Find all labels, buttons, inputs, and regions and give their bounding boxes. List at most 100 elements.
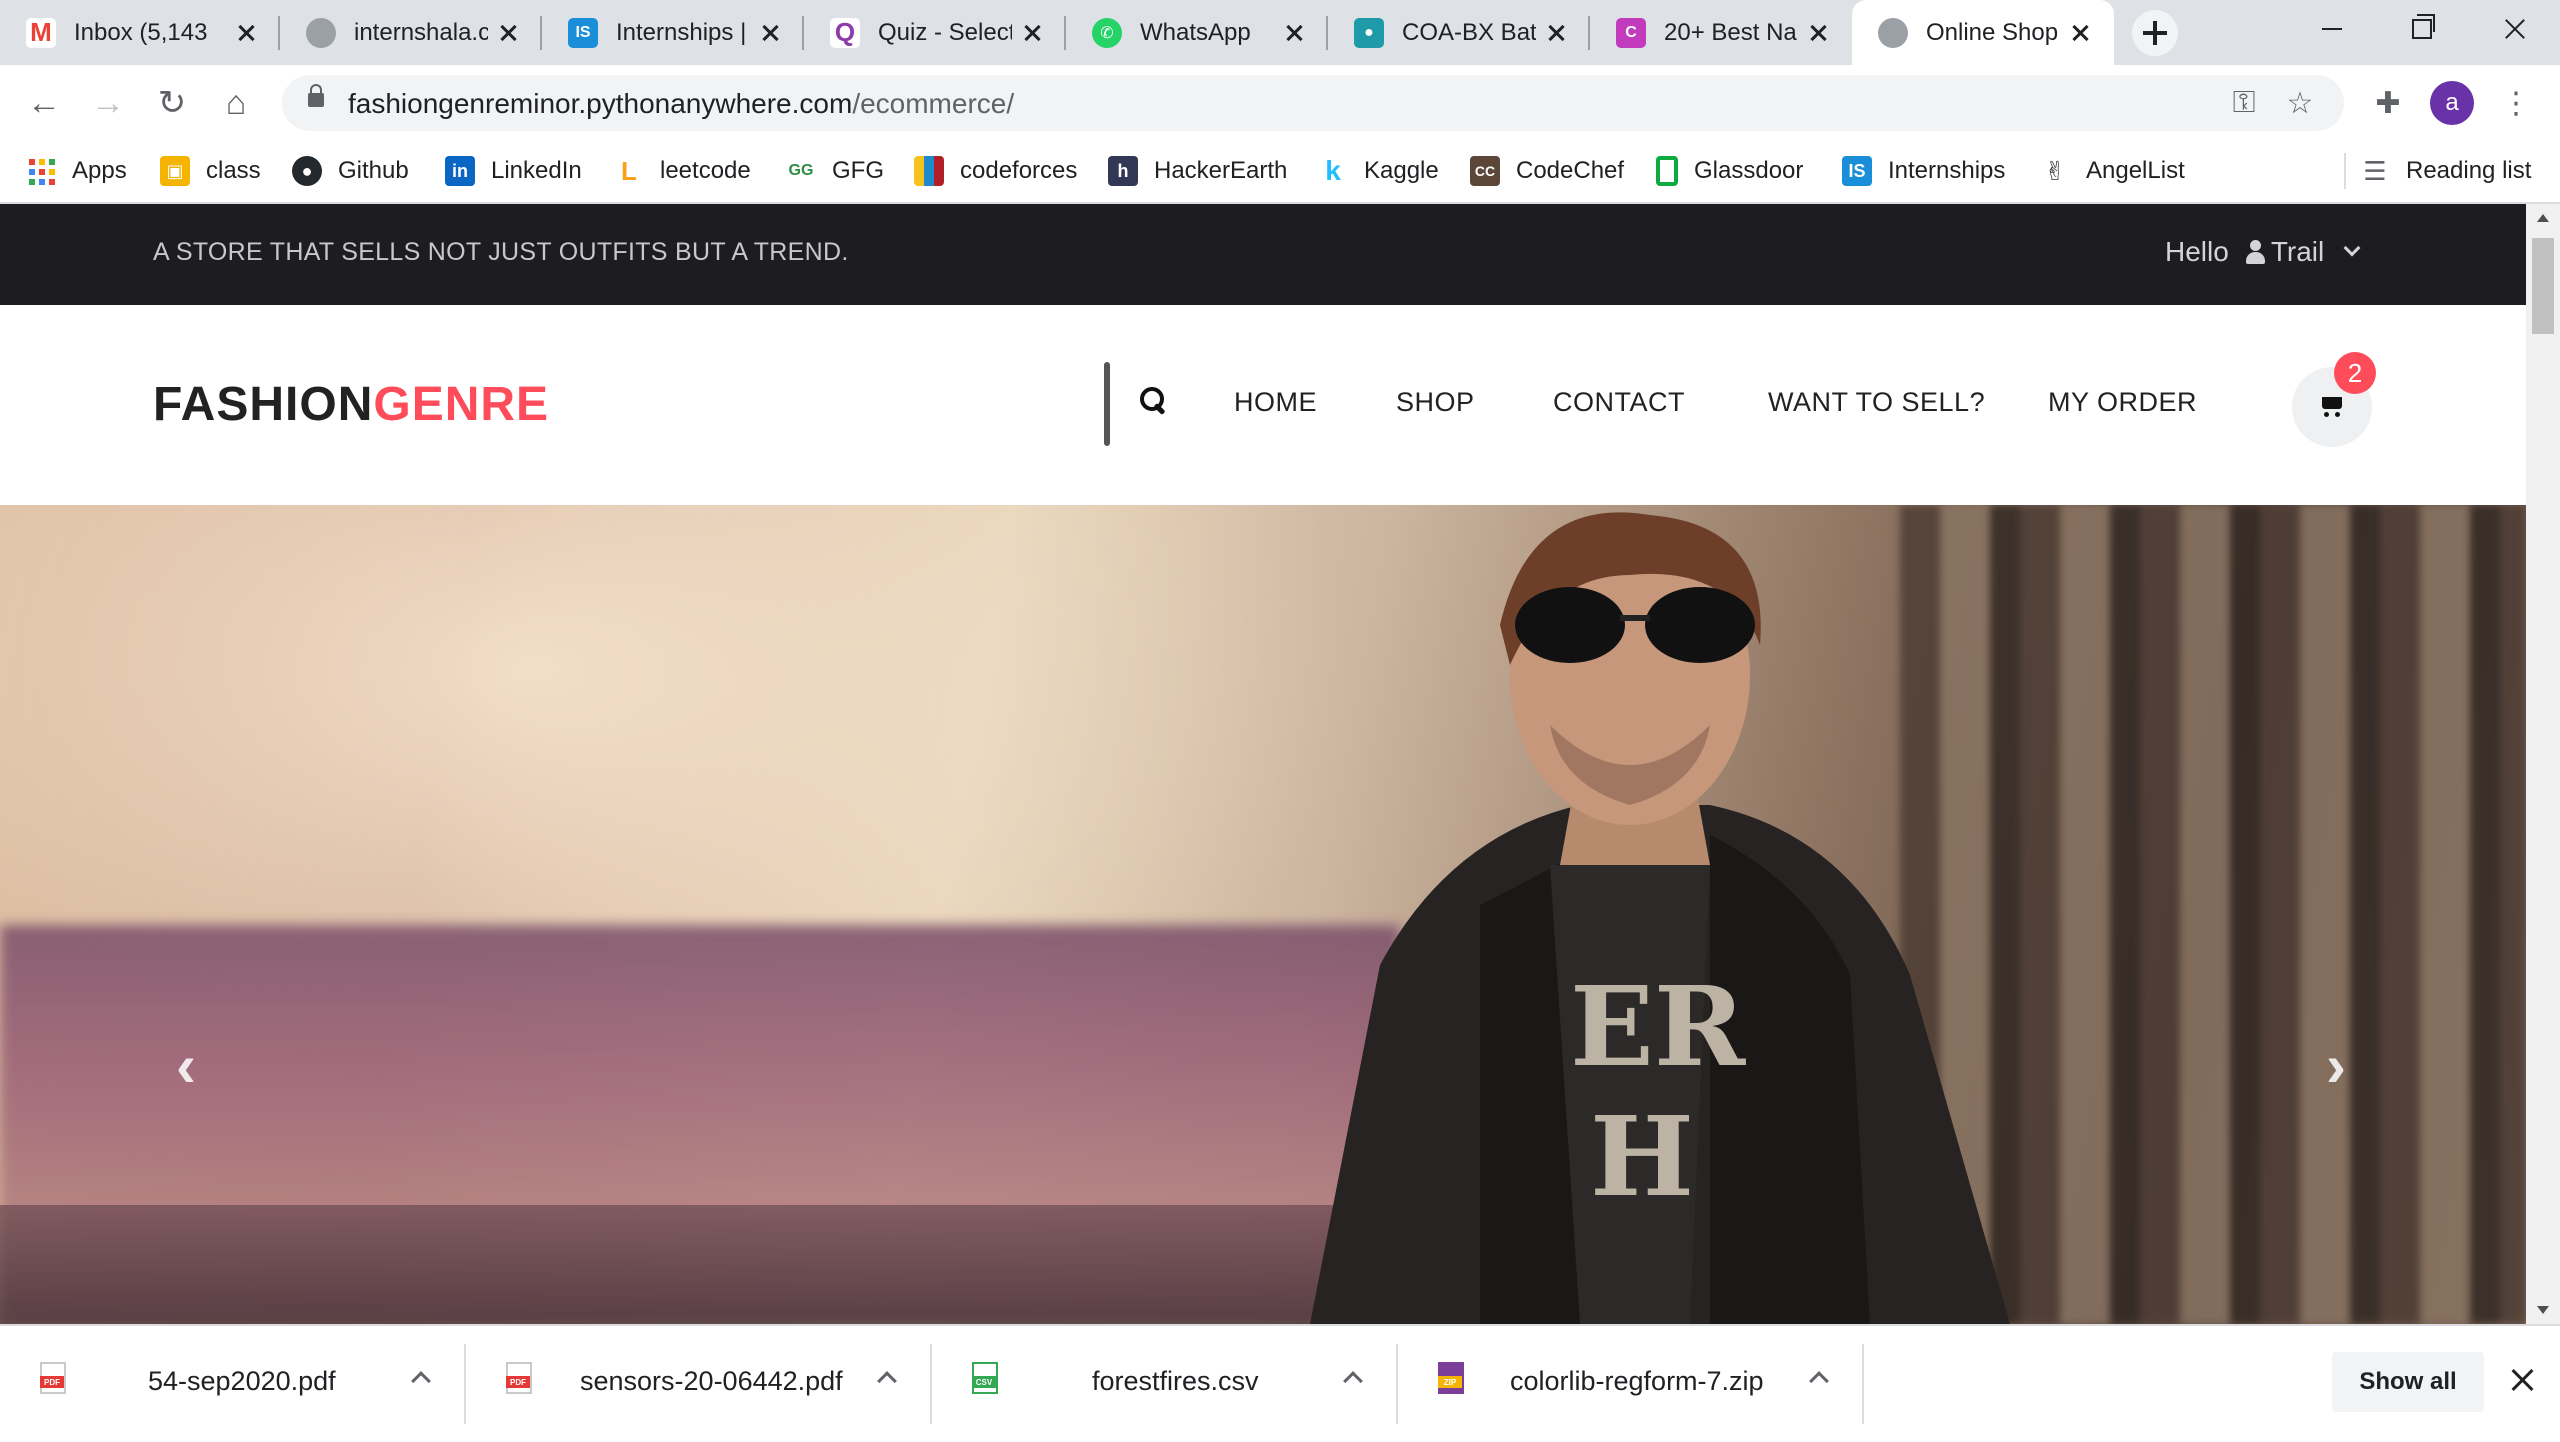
close-icon[interactable] [1806, 21, 1830, 45]
close-icon[interactable] [1282, 21, 1306, 45]
chevron-up-icon[interactable] [411, 1371, 431, 1391]
home-button[interactable]: ⌂ [212, 79, 260, 127]
tab-best-names[interactable]: C 20+ Best Na [1590, 0, 1852, 65]
bookmark-internships[interactable]: IS Internships [1842, 153, 2005, 189]
tab-gmail[interactable]: M Inbox (5,143 [0, 0, 280, 65]
hero-carousel: ER H ‹ › [0, 505, 2526, 1324]
bookmark-apps[interactable]: Apps [26, 153, 127, 189]
tab-title: COA-BX Batc [1402, 18, 1536, 46]
download-item[interactable]: CSV forestfires.csv [932, 1326, 1398, 1442]
zip-file-icon: ZIP [1438, 1362, 1464, 1394]
star-icon[interactable]: ☆ [2280, 83, 2320, 123]
page-viewport: A STORE THAT SELLS NOT JUST OUTFITS BUT … [0, 204, 2526, 1324]
classroom-icon: ● [1354, 17, 1384, 48]
tab-internshala[interactable]: internshala.c [280, 0, 542, 65]
tab-coa-bx[interactable]: ● COA-BX Batc [1328, 0, 1590, 65]
address-bar[interactable]: fashiongenreminor.pythonanywhere.com/eco… [282, 75, 2344, 131]
new-tab-button[interactable] [2132, 10, 2178, 56]
nav-shop[interactable]: SHOP [1396, 387, 1475, 418]
chevron-up-icon[interactable] [1809, 1371, 1829, 1391]
bookmark-leetcode[interactable]: L leetcode [614, 153, 751, 189]
arrow-left-icon: ← [27, 83, 61, 122]
store-tagline: A STORE THAT SELLS NOT JUST OUTFITS BUT … [153, 238, 849, 266]
tab-title: Inbox (5,143 [74, 18, 208, 46]
github-icon: ● [292, 156, 322, 186]
home-icon: ⌂ [225, 83, 247, 122]
leetcode-icon: L [614, 156, 644, 186]
carousel-prev-button[interactable]: ‹ [166, 1032, 206, 1099]
quiz-icon: Q [830, 17, 860, 48]
close-icon[interactable] [1544, 21, 1568, 45]
site-header: FASHIONGENRE HOME SHOP CONTACT WANT TO S… [0, 305, 2526, 505]
close-icon[interactable] [2508, 1366, 2536, 1394]
user-menu[interactable]: Hello Trail [2165, 236, 2361, 268]
reading-list-icon: ☰ [2360, 156, 2390, 186]
download-item[interactable]: ZIP colorlib-regform-7.zip [1398, 1326, 1864, 1442]
codeforces-icon [914, 156, 944, 186]
forward-button[interactable]: → [84, 79, 132, 127]
username: Trail [2270, 236, 2325, 267]
lock-icon [308, 84, 324, 107]
tab-online-shop[interactable]: Online Shop [1852, 0, 2114, 65]
bookmark-glassdoor[interactable]: Glassdoor [1656, 153, 1803, 189]
show-all-button[interactable]: Show all [2332, 1352, 2484, 1412]
tab-title: internshala.c [354, 18, 488, 46]
bookmark-hackerearth[interactable]: h HackerEarth [1108, 153, 1287, 189]
nav-contact[interactable]: CONTACT [1553, 387, 1685, 418]
close-icon[interactable] [234, 21, 258, 45]
scroll-up-icon[interactable] [2537, 214, 2549, 222]
chevron-up-icon[interactable] [1343, 1371, 1363, 1391]
nav-want-to-sell[interactable]: WANT TO SELL? [1768, 387, 1985, 418]
gmail-icon: M [26, 17, 56, 48]
page-scrollbar[interactable] [2526, 204, 2560, 1324]
bookmark-gfg[interactable]: GG GFG [786, 153, 884, 189]
bookmark-linkedin[interactable]: in LinkedIn [445, 153, 582, 189]
profile-avatar[interactable]: a [2430, 81, 2474, 125]
window-close-button[interactable] [2470, 8, 2560, 48]
bookmark-codechef[interactable]: CC CodeChef [1470, 153, 1624, 189]
download-item[interactable]: PDF 54-sep2020.pdf [0, 1326, 466, 1442]
tab-quiz[interactable]: Q Quiz - Select [804, 0, 1066, 65]
tab-whatsapp[interactable]: ✆ WhatsApp [1066, 0, 1328, 65]
hackerearth-icon: h [1108, 156, 1138, 186]
tab-title: WhatsApp [1140, 18, 1251, 46]
close-icon[interactable] [758, 21, 782, 45]
scrollbar-thumb[interactable] [2532, 238, 2554, 334]
site-icon: C [1616, 17, 1646, 48]
close-icon[interactable] [1020, 21, 1044, 45]
bookmark-github[interactable]: ● Github [292, 153, 409, 189]
nav-my-order[interactable]: MY ORDER [2048, 387, 2197, 418]
extensions-icon[interactable]: ✚ [2364, 79, 2412, 127]
tab-title: 20+ Best Na [1664, 18, 1797, 46]
divider [1104, 362, 1110, 446]
csv-file-icon: CSV [972, 1362, 998, 1394]
tab-title: Online Shop [1926, 18, 2059, 46]
url-text[interactable]: fashiongenreminor.pythonanywhere.com/eco… [348, 88, 1014, 120]
search-icon[interactable] [1138, 385, 1168, 415]
menu-icon[interactable]: ⋮ [2492, 79, 2540, 127]
maximize-button[interactable] [2376, 8, 2466, 48]
site-logo[interactable]: FASHIONGENRE [153, 377, 549, 432]
close-icon[interactable] [496, 21, 520, 45]
nav-home[interactable]: HOME [1234, 387, 1317, 418]
codechef-icon: CC [1470, 156, 1500, 186]
tab-internships[interactable]: IS Internships | [542, 0, 804, 65]
bookmark-codeforces[interactable]: codeforces [914, 153, 1077, 189]
carousel-next-button[interactable]: › [2316, 1032, 2356, 1099]
back-button[interactable]: ← [20, 79, 68, 127]
reading-list-button[interactable]: ☰ Reading list [2344, 153, 2531, 189]
reload-button[interactable]: ↻ [148, 79, 196, 127]
bookmark-angellist[interactable]: ✌ AngelList [2040, 153, 2185, 189]
close-icon[interactable] [2068, 21, 2092, 45]
minimize-button[interactable] [2286, 8, 2376, 48]
scroll-down-icon[interactable] [2537, 1306, 2549, 1314]
download-item[interactable]: PDF sensors-20-06442.pdf [466, 1326, 932, 1442]
pdf-file-icon: PDF [506, 1362, 532, 1394]
chevron-up-icon[interactable] [877, 1371, 897, 1391]
tab-title: Quiz - Select [878, 18, 1012, 46]
key-icon[interactable]: ⚿ [2224, 83, 2264, 123]
bookmark-class[interactable]: ▣ class [160, 153, 261, 189]
bookmark-kaggle[interactable]: k Kaggle [1318, 153, 1439, 189]
angellist-icon: ✌ [2040, 156, 2070, 186]
hero-image-model: ER H [1310, 512, 2010, 1324]
